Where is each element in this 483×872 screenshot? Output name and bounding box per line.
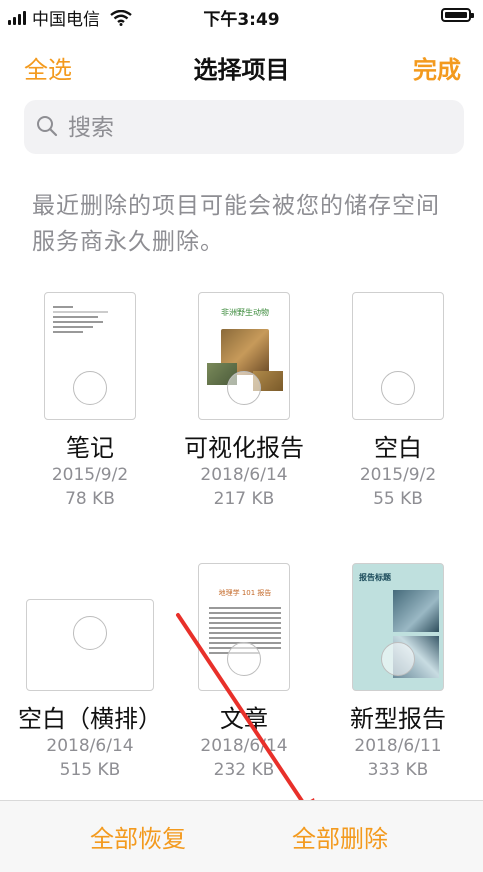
- document-thumbnail[interactable]: [26, 599, 154, 691]
- bottom-toolbar: 全部恢复 全部删除: [0, 800, 483, 872]
- document-item-blank-landscape[interactable]: 空白（横排） 2018/6/14 515 KB: [10, 563, 170, 782]
- status-bar: 中国电信 下午3:49: [0, 0, 483, 34]
- selection-circle[interactable]: [381, 371, 415, 405]
- thumbnail-title: 非洲野生动物: [221, 308, 269, 317]
- deletion-notice: 最近删除的项目可能会被您的储存空间服务商永久删除。: [32, 193, 440, 255]
- search-input[interactable]: [66, 108, 450, 148]
- building-photo: [393, 590, 439, 632]
- battery-icon: [441, 8, 474, 22]
- document-thumbnail[interactable]: 非洲野生动物: [198, 292, 290, 420]
- document-size: 217 KB: [213, 489, 275, 509]
- document-name: 新型报告: [350, 705, 446, 733]
- search-icon: [37, 116, 58, 137]
- document-size: 232 KB: [213, 760, 275, 780]
- selection-circle[interactable]: [73, 371, 107, 405]
- search-bar[interactable]: [24, 100, 464, 154]
- document-thumbnail[interactable]: [352, 292, 444, 420]
- status-time: 下午3:49: [203, 10, 280, 30]
- document-item-article[interactable]: 地理学 101 报告 文章 2018/6/14 232 KB: [164, 563, 324, 782]
- document-date: 2018/6/11: [354, 736, 442, 756]
- document-date: 2018/6/14: [46, 736, 134, 756]
- document-date: 2015/9/2: [359, 465, 437, 485]
- document-name: 文章: [220, 705, 268, 733]
- document-thumbnail[interactable]: 地理学 101 报告: [198, 563, 290, 691]
- selection-circle[interactable]: [227, 371, 261, 405]
- done-button[interactable]: 完成: [413, 50, 461, 85]
- page-title: 选择项目: [193, 56, 290, 84]
- document-item-notes[interactable]: 笔记 2015/9/2 78 KB: [10, 292, 170, 511]
- document-item-new-report[interactable]: 报告标题 新型报告 2018/6/11 333 KB: [318, 563, 478, 782]
- document-name: 空白（横排）: [18, 705, 162, 733]
- document-date: 2018/6/14: [200, 736, 288, 756]
- document-size: 515 KB: [59, 760, 121, 780]
- recover-all-button[interactable]: 全部恢复: [90, 819, 186, 854]
- document-name: 可视化报告: [184, 434, 304, 462]
- document-item-blank[interactable]: 空白 2015/9/2 55 KB: [318, 292, 478, 511]
- selection-circle[interactable]: [73, 616, 107, 650]
- document-item-visual-report[interactable]: 非洲野生动物 可视化报告 2018/6/14 217 KB: [164, 292, 324, 511]
- delete-all-button[interactable]: 全部删除: [292, 819, 388, 854]
- thumbnail-title: 地理学 101 报告: [218, 589, 272, 597]
- navigation-bar: 全选 选择项目 完成: [0, 40, 483, 90]
- document-size: 78 KB: [65, 489, 115, 509]
- document-name: 空白: [374, 434, 422, 462]
- document-thumbnail[interactable]: [44, 292, 136, 420]
- document-thumbnail[interactable]: 报告标题: [352, 563, 444, 691]
- selection-circle[interactable]: [227, 642, 261, 676]
- selection-circle[interactable]: [381, 642, 415, 676]
- document-date: 2015/9/2: [51, 465, 129, 485]
- document-name: 笔记: [66, 434, 114, 462]
- document-size: 55 KB: [373, 489, 423, 509]
- document-size: 333 KB: [367, 760, 429, 780]
- document-date: 2018/6/14: [200, 465, 288, 485]
- select-all-button[interactable]: 全选: [24, 50, 72, 85]
- thumbnail-title: 报告标题: [359, 573, 391, 582]
